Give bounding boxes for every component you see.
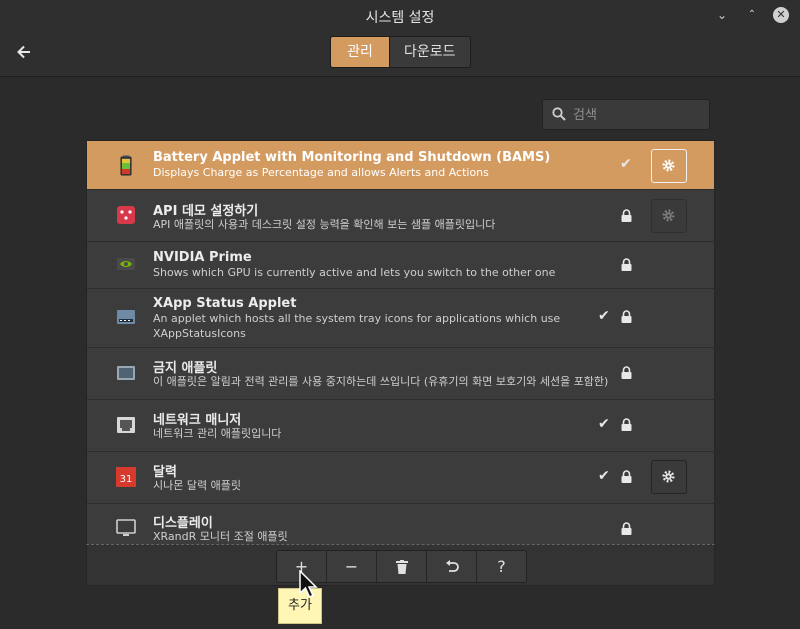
applet-row-display[interactable]: 디스플레이 XRandR 모니터 조절 애플릿: [87, 503, 714, 545]
remove-button[interactable]: −: [326, 551, 376, 582]
remove-icon: −: [344, 557, 359, 576]
search-input[interactable]: [571, 104, 705, 126]
lock-icon: [621, 418, 632, 431]
applet-row-bams[interactable]: Battery Applet with Monitoring and Shutd…: [87, 141, 714, 190]
applet-list: Battery Applet with Monitoring and Shutd…: [86, 140, 715, 546]
applet-row-nvidia-prime[interactable]: NVIDIA Prime Shows which GPU is currentl…: [87, 241, 714, 289]
tab-switcher: 관리 다운로드: [330, 36, 471, 68]
applet-description: XRandR 모니터 조절 애플릿: [153, 530, 288, 543]
battery-icon: [120, 155, 132, 176]
lock-icon: [621, 366, 632, 379]
applet-row-xapp-status[interactable]: XApp Status Applet An applet which hosts…: [87, 288, 714, 348]
nvidia-icon: [117, 258, 135, 270]
trash-icon: [395, 560, 408, 574]
mouse-cursor-icon: [299, 570, 318, 598]
lock-icon: [621, 522, 632, 535]
window-title: 시스템 설정: [365, 10, 435, 26]
applet-row-calendar[interactable]: 31 달력 시나몬 달력 애플릿 ✔: [87, 451, 714, 504]
applet-description: 이 애플릿은 알림과 전력 관리를 사용 중지하는데 쓰입니다 (유휴기의 화면…: [153, 375, 609, 388]
enabled-check-icon: ✔: [598, 416, 610, 432]
configure-button[interactable]: [651, 460, 687, 494]
enabled-check-icon: ✔: [620, 156, 632, 172]
configure-button[interactable]: [651, 149, 687, 183]
restore-button[interactable]: [426, 551, 476, 582]
inhibit-icon: [117, 366, 135, 380]
applet-name: Battery Applet with Monitoring and Shutd…: [153, 150, 551, 165]
search-box[interactable]: [542, 99, 710, 130]
applet-row-inhibit[interactable]: 금지 애플릿 이 애플릿은 알림과 전력 관리를 사용 중지하는데 쓰입니다 (…: [87, 347, 714, 400]
list-toolbar: + − ?: [86, 544, 715, 586]
applet-description: Shows which GPU is currently active and …: [153, 266, 556, 279]
maximize-icon[interactable]: ⌃: [743, 6, 761, 24]
minimize-icon[interactable]: ⌄: [713, 6, 731, 24]
calendar-icon: 31: [115, 466, 137, 488]
lock-icon: [621, 209, 632, 222]
applet-row-api-demo[interactable]: API 데모 설정하기 API 애플릿의 사용과 데스크릿 설정 능력을 확인해…: [87, 189, 714, 242]
calendar-day: 31: [116, 472, 136, 487]
back-arrow-icon[interactable]: [12, 40, 36, 64]
applet-description: 네트워크 관리 애플릿입니다: [153, 427, 282, 440]
tab-download[interactable]: 다운로드: [389, 37, 470, 67]
lock-icon: [621, 470, 632, 483]
enabled-check-icon: ✔: [598, 308, 610, 324]
search-icon: [552, 107, 566, 121]
applet-description: 시나몬 달력 애플릿: [153, 479, 241, 492]
gear-icon: [662, 159, 675, 172]
applet-name: NVIDIA Prime: [153, 250, 252, 265]
applet-description: Displays Charge as Percentage and allows…: [153, 166, 489, 179]
lock-icon: [621, 310, 632, 323]
network-icon: [117, 417, 135, 433]
tab-manage[interactable]: 관리: [331, 37, 389, 67]
applet-row-network-manager[interactable]: 네트워크 매니저 네트워크 관리 애플릿입니다 ✔: [87, 399, 714, 452]
applet-description: API 애플릿의 사용과 데스크릿 설정 능력을 확인해 보는 샘플 애플릿입니…: [153, 218, 496, 231]
lock-icon: [621, 258, 632, 271]
applet-name: XApp Status Applet: [153, 296, 297, 311]
enabled-check-icon: ✔: [598, 468, 610, 484]
header-bar: 관리 다운로드: [0, 32, 800, 77]
gear-icon: [662, 209, 675, 222]
configure-button[interactable]: [651, 199, 687, 233]
api-demo-icon: [117, 206, 135, 224]
close-icon[interactable]: ✕: [773, 7, 789, 23]
titlebar: 시스템 설정 ⌄ ⌃ ✕: [0, 0, 800, 32]
gear-icon: [662, 470, 675, 483]
display-icon: [116, 519, 136, 536]
help-button[interactable]: ?: [476, 551, 526, 582]
uninstall-button[interactable]: [376, 551, 426, 582]
undo-icon: [445, 560, 459, 572]
applet-description-line2: XAppStatusIcons: [153, 327, 246, 340]
applet-description: An applet which hosts all the system tra…: [153, 312, 561, 325]
help-icon: ?: [497, 557, 506, 576]
status-tray-icon: [117, 310, 135, 324]
